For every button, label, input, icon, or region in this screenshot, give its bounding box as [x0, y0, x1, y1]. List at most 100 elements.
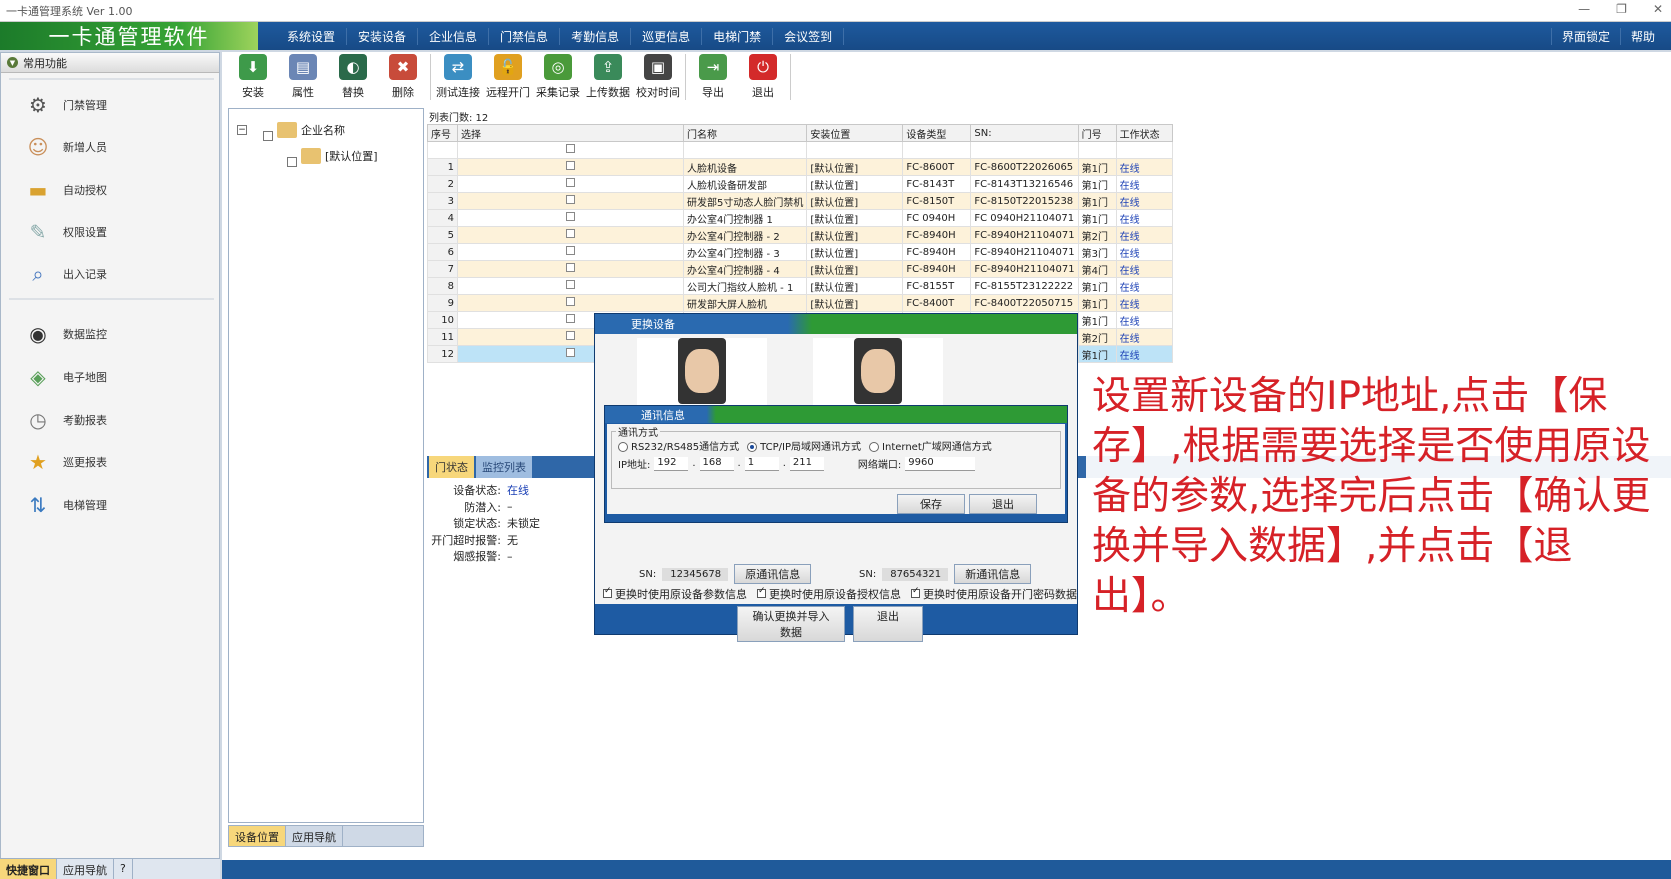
dialog-exit-button[interactable]: 退出	[853, 606, 923, 642]
menu-right-item[interactable]: 帮助	[1619, 27, 1665, 45]
toolbar-button[interactable]: ✖ 删除	[378, 52, 428, 100]
sidebar-item[interactable]: ⇅ 电梯管理	[19, 486, 107, 524]
toolbar-button[interactable]: ⇪ 上传数据	[583, 52, 633, 100]
status-tab[interactable]: 门状态	[429, 456, 474, 478]
column-header[interactable]: 门名称	[682, 124, 808, 142]
row-checkbox[interactable]	[566, 212, 575, 221]
row-checkbox[interactable]	[566, 161, 575, 170]
radio-button[interactable]	[747, 442, 758, 452]
toolbar-button[interactable]: ⬇ 安装	[228, 52, 278, 100]
column-header[interactable]: 选择	[457, 124, 684, 142]
port-input[interactable]: 9960	[905, 456, 976, 471]
tree-root[interactable]: − 企业名称	[237, 119, 345, 141]
ip-octet-4[interactable]: 211	[789, 456, 824, 471]
menu-item[interactable]: 系统设置	[276, 27, 348, 45]
menu-item[interactable]: 安装设备	[347, 27, 419, 45]
sidebar-item[interactable]: ✎ 权限设置	[19, 213, 107, 251]
sidebar-tab[interactable]: 应用导航	[57, 859, 114, 879]
column-header[interactable]: SN:	[970, 124, 1079, 142]
column-header[interactable]: 安装位置	[806, 124, 904, 142]
old-comm-button[interactable]: 原通讯信息	[734, 564, 812, 584]
ip-octet-3[interactable]: 1	[744, 456, 779, 471]
table-row[interactable]: 6 办公室4门控制器 - 3 [默认位置] FC-8940H FC-8940H21104…	[427, 243, 1173, 261]
ip-octet-2[interactable]: 168	[699, 456, 734, 471]
column-header[interactable]: 设备类型	[902, 124, 972, 142]
checkbox-box[interactable]	[911, 586, 920, 598]
row-checkbox[interactable]	[566, 195, 575, 204]
column-header[interactable]: 序号	[427, 124, 458, 142]
row-checkbox[interactable]	[566, 348, 575, 357]
sidebar-item[interactable]: ⚙ 门禁管理	[19, 86, 107, 124]
table-row[interactable]: 9 研发部大屏人脸机 [默认位置] FC-8400T FC-8400T22050715 第…	[427, 294, 1173, 312]
table-row[interactable]: 5 办公室4门控制器 - 2 [默认位置] FC-8940H FC-8940H21104…	[427, 226, 1173, 244]
row-checkbox[interactable]	[566, 297, 575, 306]
toolbar-button[interactable]: ◐ 替换	[328, 52, 378, 100]
radio-button[interactable]	[618, 442, 628, 452]
comm-exit-button[interactable]: 退出	[969, 494, 1037, 514]
table-row[interactable]: 2 人脸机设备研发部 [默认位置] FC-8143T FC-8143T13216546 第…	[427, 175, 1173, 193]
table-row[interactable]: 3 研发部5寸动态人脸门禁机 [默认位置] FC-8150T FC-8150T22015…	[427, 192, 1173, 210]
column-header[interactable]: 门号	[1077, 124, 1117, 142]
tree-collapse-icon[interactable]: −	[237, 125, 247, 135]
row-checkbox[interactable]	[566, 314, 575, 323]
restore-icon[interactable]: ❐	[1616, 2, 1627, 16]
tree-checkbox[interactable]	[263, 131, 273, 141]
sidebar-item[interactable]: ☺ 新增人员	[19, 128, 107, 166]
table-row[interactable]: 4 办公室4门控制器 1 [默认位置] FC 0940H FC 0940H2110407…	[427, 209, 1173, 227]
select-all-checkbox[interactable]	[566, 144, 575, 153]
menu-item[interactable]: 考勤信息	[560, 27, 632, 45]
toolbar-button[interactable]: ▤ 属性	[278, 52, 328, 100]
menu-item[interactable]: 企业信息	[418, 27, 490, 45]
table-row[interactable]: 1 人脸机设备 [默认位置] FC-8600T FC-8600T22026065 第1门在…	[427, 158, 1173, 176]
comm-mode-option[interactable]: Internet广域网通信方式	[869, 438, 992, 453]
replace-option-checkbox[interactable]: 更换时使用原设备开门密码数据	[911, 586, 1077, 602]
new-comm-button[interactable]: 新通讯信息	[954, 564, 1032, 584]
save-button[interactable]: 保存	[897, 494, 965, 514]
minimize-icon[interactable]: —	[1578, 2, 1590, 16]
sidebar-header[interactable]: ▼ 常用功能	[1, 53, 219, 73]
toolbar-button[interactable]: ▣ 校对时间	[633, 52, 683, 100]
radio-button[interactable]	[869, 442, 880, 452]
row-checkbox[interactable]	[566, 246, 575, 255]
menu-item[interactable]: 会议签到	[773, 27, 845, 45]
table-row[interactable]: 7 办公室4门控制器 - 4 [默认位置] FC-8940H FC-8940H21104…	[427, 260, 1173, 278]
column-header[interactable]: 工作状态	[1115, 124, 1173, 142]
row-checkbox[interactable]	[566, 178, 575, 187]
sidebar-tab[interactable]: 快捷窗口	[0, 859, 57, 879]
sidebar-item[interactable]: ★ 巡更报表	[19, 443, 107, 481]
confirm-replace-button[interactable]: 确认更换并导入数据	[737, 606, 845, 642]
comm-mode-option[interactable]: RS232/RS485通信方式	[618, 438, 739, 453]
menu-item[interactable]: 电梯门禁	[702, 27, 774, 45]
menu-item[interactable]: 巡更信息	[631, 27, 703, 45]
sidebar-item[interactable]: ◈ 电子地图	[19, 358, 107, 396]
toolbar-button[interactable]: ⇄ 测试连接	[433, 52, 483, 100]
toolbar-button[interactable]: ⏻ 退出	[738, 52, 788, 100]
ip-octet-1[interactable]: 192	[654, 456, 689, 471]
table-row[interactable]: 8 公司大门指纹人脸机 - 1 [默认位置] FC-8155T FC-8155T2312…	[427, 277, 1173, 295]
sidebar-item[interactable]: ◉ 数据监控	[19, 315, 107, 353]
replace-option-checkbox[interactable]: 更换时使用原设备参数信息	[603, 586, 747, 602]
close-icon[interactable]: ✕	[1653, 2, 1663, 16]
toolbar-button[interactable]: ◎ 采集记录	[533, 52, 583, 100]
tree-child[interactable]: [默认位置]	[287, 145, 378, 167]
status-tab[interactable]: 监控列表	[476, 456, 532, 478]
menu-item[interactable]: 门禁信息	[489, 27, 561, 45]
checkbox-box[interactable]	[757, 586, 766, 598]
tree-child-checkbox[interactable]	[287, 157, 297, 167]
toolbar-button[interactable]: ⇥ 导出	[688, 52, 738, 100]
row-checkbox[interactable]	[566, 331, 575, 340]
sidebar-item[interactable]: ⌕ 出入记录	[19, 255, 107, 293]
row-checkbox[interactable]	[566, 229, 575, 238]
toolbar-button[interactable]: 🔓 远程开门	[483, 52, 533, 100]
tree-tab[interactable]: 应用导航	[286, 826, 343, 846]
menu-right-item[interactable]: 界面锁定	[1550, 27, 1620, 45]
replace-option-checkbox[interactable]: 更换时使用原设备授权信息	[757, 586, 901, 602]
row-checkbox[interactable]	[566, 280, 575, 289]
sidebar-tab[interactable]: ?	[114, 859, 133, 879]
row-checkbox[interactable]	[566, 263, 575, 272]
comm-mode-option[interactable]: TCP/IP局域网通讯方式	[747, 438, 861, 453]
collapse-icon[interactable]: ▼	[7, 57, 18, 68]
sidebar-item[interactable]: ▬ 自动授权	[19, 171, 107, 209]
tree-tab[interactable]: 设备位置	[229, 826, 286, 846]
checkbox-box[interactable]	[603, 586, 612, 598]
